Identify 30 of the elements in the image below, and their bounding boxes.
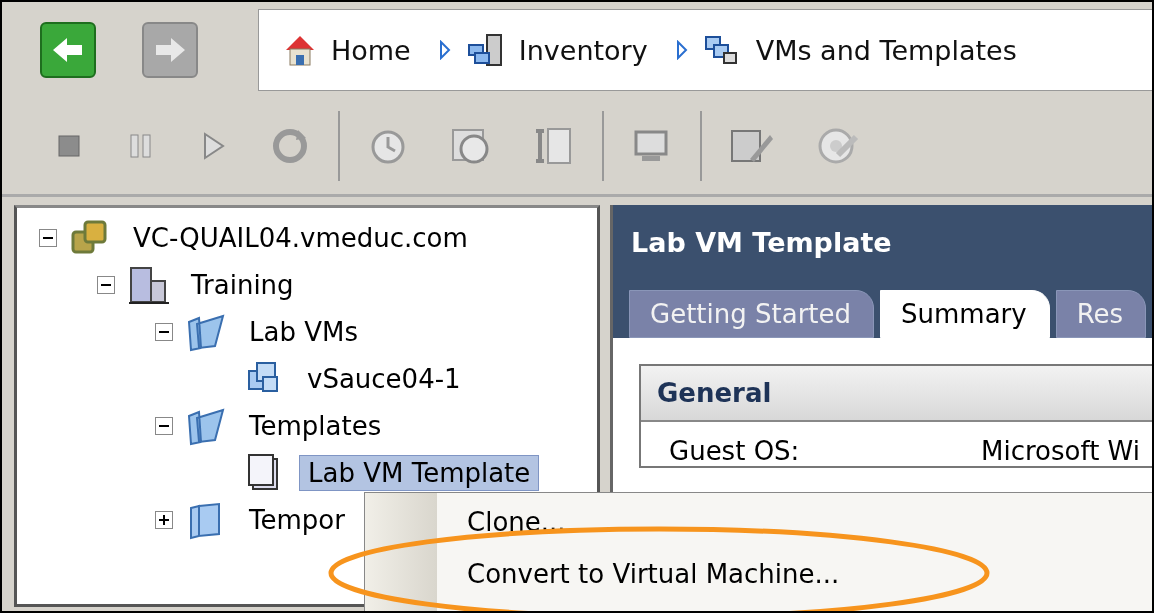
right-arrow-icon [153, 35, 187, 65]
expander-toggle[interactable] [155, 510, 173, 529]
back-button[interactable] [40, 22, 96, 78]
tree-item[interactable]: VC-QUAIL04.vmeduc.com [125, 220, 476, 255]
tree-item[interactable]: Lab VM Template [299, 454, 540, 491]
tree-item[interactable]: Training [183, 267, 302, 302]
tree-item[interactable]: Templates [241, 408, 390, 443]
building-icon [127, 264, 171, 305]
arrow-icon [675, 40, 688, 60]
panel-title: Lab VM Template [630, 226, 893, 260]
menu-item[interactable]: Convert to Virtual Machine... [467, 559, 840, 589]
arrow-icon [438, 40, 451, 60]
expander-toggle[interactable] [39, 228, 57, 247]
section-header: General [641, 366, 1152, 422]
breadcrumb-link[interactable]: Inventory [518, 34, 648, 66]
menu-item[interactable]: Clone... [467, 507, 566, 537]
left-arrow-icon [51, 35, 85, 65]
forward-button[interactable] [142, 22, 198, 78]
refresh-icon[interactable] [270, 126, 310, 166]
tab[interactable]: Summary [880, 290, 1050, 338]
tree-item[interactable]: vSauce04-1 [299, 361, 469, 396]
expander-toggle[interactable] [155, 322, 173, 341]
expander-toggle[interactable] [97, 275, 115, 294]
breadcrumb-link[interactable]: Home [331, 34, 411, 66]
field-value: Microsoft Wi [981, 436, 1140, 466]
tree-item[interactable]: Lab VMs [241, 314, 366, 349]
breadcrumb-link[interactable]: VMs and Templates [755, 34, 1017, 66]
tree-item[interactable]: Tempor [241, 502, 353, 537]
field-label: Guest OS: [669, 436, 801, 466]
expander-toggle[interactable] [155, 416, 173, 435]
